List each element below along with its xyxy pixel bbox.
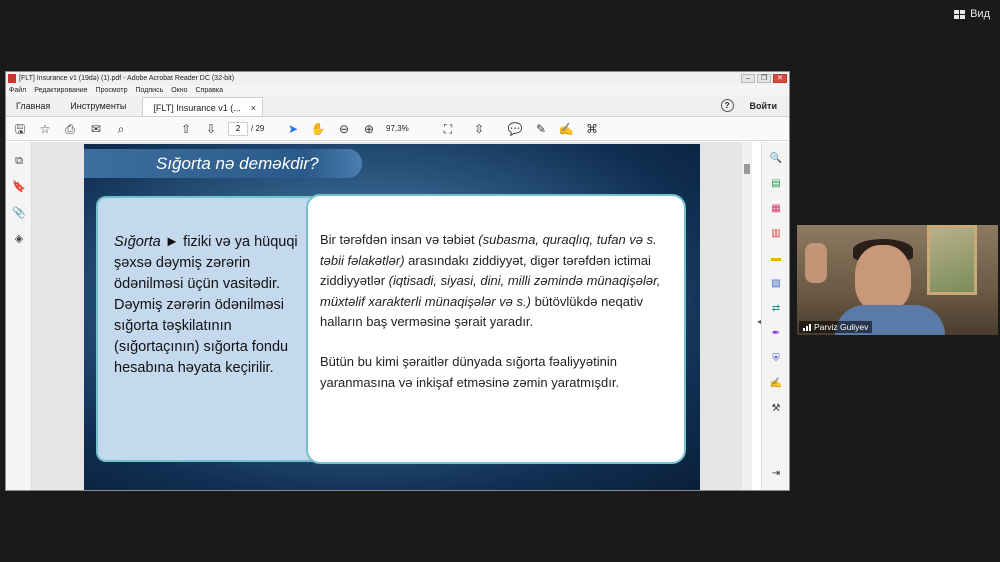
comment-tool-icon[interactable]: ▬ <box>769 252 783 266</box>
tab-home[interactable]: Главная <box>6 101 60 116</box>
wall-painting <box>927 225 977 295</box>
tab-document[interactable]: [FLT] Insurance v1 (... × <box>142 97 264 116</box>
draw-icon[interactable]: ✍ <box>558 121 574 137</box>
tab-close-icon[interactable]: × <box>251 103 256 116</box>
maximize-button[interactable]: ❐ <box>757 74 771 83</box>
scrollbar-thumb[interactable] <box>744 164 750 174</box>
view-label: Вид <box>970 8 990 20</box>
email-icon[interactable]: ✉ <box>88 121 104 137</box>
print-icon[interactable]: ⎙ <box>62 121 78 137</box>
more-tools-icon[interactable]: ⚒ <box>769 402 783 416</box>
explanation-paragraph-2: Bütün bu kimi şəraitlər dünyada sığorta … <box>320 353 620 390</box>
save-icon[interactable]: 🖫 <box>12 121 28 137</box>
definition-term: Sığorta ► <box>114 234 180 250</box>
explanation-panel: Bir tərəfdən insan və təbiət (subasma, q… <box>306 194 686 464</box>
slide-title: Sığorta nə deməkdir? <box>84 149 362 178</box>
compress-icon[interactable]: ⇄ <box>769 302 783 316</box>
export-pdf-icon[interactable]: ▥ <box>769 227 783 241</box>
pages-thumbnail-icon[interactable]: ⧉ <box>12 154 26 168</box>
menu-view[interactable]: Просмотр <box>96 87 128 94</box>
zoom-out-icon[interactable]: ⊖ <box>336 121 352 137</box>
minimize-button[interactable]: – <box>741 74 755 83</box>
bookmark-icon[interactable]: 🔖 <box>12 180 26 194</box>
highlight-pen-icon[interactable]: ✎ <box>533 121 549 137</box>
tab-bar: Главная Инструменты [FLT] Insurance v1 (… <box>6 96 789 117</box>
send-for-signature-icon[interactable]: ✍ <box>769 377 783 391</box>
edit-pdf-icon[interactable]: ▧ <box>769 277 783 291</box>
view-button[interactable]: Вид <box>954 8 990 20</box>
menu-edit[interactable]: Редактирование <box>34 87 87 94</box>
zoom-level-select[interactable]: 97,3% <box>386 122 420 136</box>
signin-button[interactable]: Войти <box>750 101 777 111</box>
menu-sign[interactable]: Подпись <box>136 87 164 94</box>
participant-video[interactable]: Parviz Guliyev <box>797 225 998 335</box>
attachment-icon[interactable]: 📎 <box>12 206 26 220</box>
protect-icon[interactable]: ⛨ <box>769 352 783 366</box>
hand-tool-icon[interactable]: ✋ <box>310 121 326 137</box>
menu-file[interactable]: Файл <box>9 87 26 94</box>
left-nav-panel: ⧉ 🔖 📎 ◈ <box>6 142 32 490</box>
title-bar: [FLT] Insurance v1 (19də) (1).pdf - Adob… <box>6 72 789 85</box>
definition-panel: Sığorta ► fiziki və ya hüquqi şəxsə dəym… <box>96 196 314 462</box>
star-icon[interactable]: ☆ <box>37 121 53 137</box>
participant-name: Parviz Guliyev <box>814 322 869 332</box>
pdf-app-icon <box>8 74 16 83</box>
page-down-icon[interactable]: ⇩ <box>203 121 219 137</box>
window-title: [FLT] Insurance v1 (19də) (1).pdf - Adob… <box>19 75 235 82</box>
select-cursor-icon[interactable]: ➤ <box>285 121 301 137</box>
zoom-in-icon[interactable]: ⊕ <box>361 121 377 137</box>
participant-hand <box>805 243 827 283</box>
fit-page-icon[interactable]: ⛶ <box>440 121 456 137</box>
menu-window[interactable]: Окно <box>171 87 187 94</box>
signal-bars-icon <box>803 323 811 331</box>
tab-document-label: [FLT] Insurance v1 (... <box>153 103 241 113</box>
search-zoom-icon[interactable]: 🔍 <box>769 152 783 166</box>
participant-name-tag: Parviz Guliyev <box>799 321 873 333</box>
organize-pages-icon[interactable]: ▦ <box>769 202 783 216</box>
page-number-input[interactable]: 2 <box>228 122 248 136</box>
participant-face <box>855 245 911 311</box>
explanation-paragraph-1: Bir tərəfdən insan və təbiət (subasma, q… <box>320 230 672 333</box>
definition-text: fiziki və ya hüquqi şəxsə dəymiş zərərin… <box>114 234 298 376</box>
grid-view-icon <box>954 9 966 19</box>
help-icon[interactable]: ? <box>720 99 734 112</box>
comment-icon[interactable]: 💬 <box>507 121 523 137</box>
collapse-tools-icon[interactable]: ⇥ <box>769 467 783 481</box>
acrobat-window: [FLT] Insurance v1 (19də) (1).pdf - Adob… <box>5 71 790 491</box>
menu-help[interactable]: Справка <box>196 87 223 94</box>
tab-tools[interactable]: Инструменты <box>60 101 136 116</box>
fill-sign-tool-icon[interactable]: ✒ <box>769 327 783 341</box>
page-up-icon[interactable]: ⇧ <box>178 121 194 137</box>
toolbar: 🖫 ☆ ⎙ ✉ ⌕ ⇧ ⇩ 2 / 29 ➤ ✋ ⊖ ⊕ 97,3% ⛶ ⇳ 💬… <box>6 117 789 141</box>
p1-text-a: Bir tərəfdən insan və təbiət <box>320 232 479 247</box>
vertical-scrollbar[interactable] <box>742 142 752 490</box>
right-tools-panel: 🔍 ▤ ▦ ▥ ▬ ▧ ⇄ ✒ ⛨ ✍ ⚒ ⇥ <box>761 142 789 490</box>
fill-sign-icon[interactable]: ⌘ <box>584 121 600 137</box>
menu-bar: Файл Редактирование Просмотр Подпись Окн… <box>6 85 789 96</box>
create-pdf-icon[interactable]: ▤ <box>769 177 783 191</box>
zoom-search-icon[interactable]: ⌕ <box>113 121 129 137</box>
page-total: / 29 <box>251 124 265 133</box>
layers-icon[interactable]: ◈ <box>12 232 26 246</box>
pdf-page-slide: Sığorta nə deməkdir? Sığorta ► fiziki və… <box>84 144 700 490</box>
close-button[interactable]: ✕ <box>773 74 787 83</box>
document-canvas: Sığorta nə deməkdir? Sığorta ► fiziki və… <box>32 142 752 490</box>
scroll-mode-icon[interactable]: ⇳ <box>471 121 487 137</box>
